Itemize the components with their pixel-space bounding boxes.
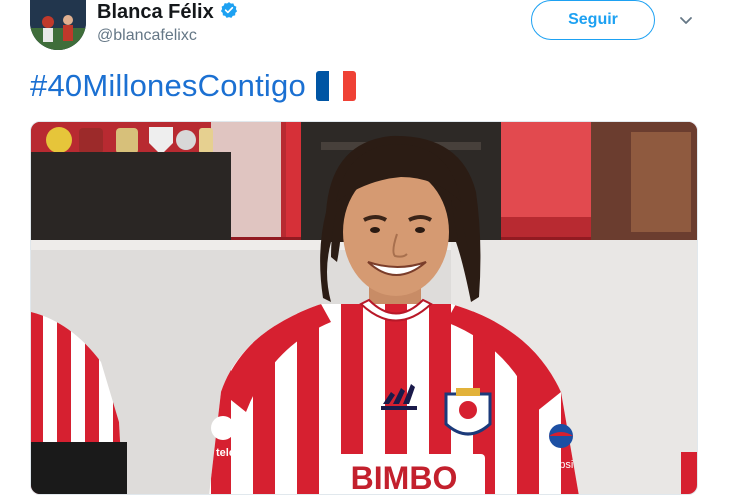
chevron-down-icon[interactable] <box>678 12 694 28</box>
follow-button[interactable]: Seguir <box>531 0 655 40</box>
jersey-sponsor: BIMBO <box>351 460 458 495</box>
user-handle[interactable]: @blancafelixc <box>97 27 197 45</box>
tweet-text: #40MillonesContigo <box>30 68 356 104</box>
chivas-crest <box>444 388 492 436</box>
avatar[interactable] <box>30 0 86 50</box>
verified-icon <box>220 1 238 24</box>
tweet-photo[interactable]: BIMBO telcel pepsi <box>30 121 698 495</box>
display-name[interactable]: Blanca Félix <box>97 1 214 24</box>
user-name-row: Blanca Félix <box>97 0 238 24</box>
french-flag-icon <box>315 71 356 101</box>
hashtag-link[interactable]: #40MillonesContigo <box>30 68 306 104</box>
tweet-card: Blanca Félix @blancafelixc Seguir #40Mil… <box>0 0 740 499</box>
sleeve-sponsor: telcel <box>216 447 244 459</box>
pepsi-badge: pepsi <box>547 459 573 471</box>
